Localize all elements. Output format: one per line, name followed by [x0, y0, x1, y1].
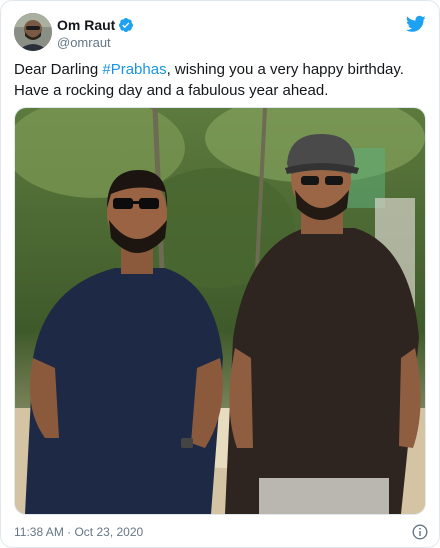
author-handle[interactable]: @omraut [57, 35, 134, 50]
tweet-header: Om Raut @omraut [14, 13, 426, 53]
tweet-photo[interactable] [14, 107, 426, 515]
twitter-bird-icon[interactable] [405, 15, 426, 33]
tweet-footer: 11:38 AM · Oct 23, 2020 [14, 522, 428, 542]
verified-badge-icon [118, 17, 134, 33]
tweet-text: Dear Darling #Prabhas, wishing you a ver… [14, 59, 428, 101]
tweet-text-start: Dear Darling [14, 61, 103, 78]
author-name[interactable]: Om Raut [57, 17, 115, 33]
hashtag-link[interactable]: #Prabhas [102, 61, 166, 78]
info-icon[interactable] [412, 524, 428, 540]
tweet-timestamp[interactable]: 11:38 AM · Oct 23, 2020 [14, 525, 143, 539]
author-info[interactable]: Om Raut @omraut [57, 16, 134, 50]
avatar[interactable] [14, 13, 52, 51]
tweet-card[interactable]: Om Raut @omraut Dear Darling #Prabhas, w… [0, 0, 440, 548]
photo-two-men [15, 108, 425, 514]
